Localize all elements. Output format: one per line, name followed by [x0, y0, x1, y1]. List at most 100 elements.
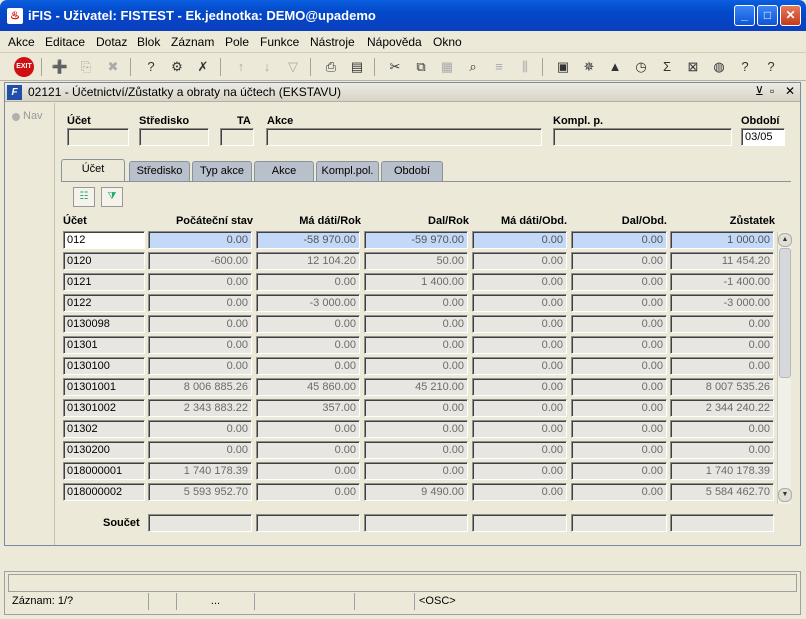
amount-cell[interactable]: 12 104.20: [256, 252, 360, 270]
amount-cell[interactable]: 0.00: [364, 336, 468, 354]
align-icon[interactable]: ≡: [489, 57, 509, 77]
amount-cell[interactable]: 2 344 240.22: [670, 399, 774, 417]
sort-desc-icon[interactable]: ↓: [257, 57, 277, 77]
amount-cell[interactable]: 0.00: [571, 462, 667, 480]
copy-icon[interactable]: ⧉: [411, 57, 431, 77]
amount-cell[interactable]: 0.00: [148, 273, 252, 291]
amount-cell[interactable]: -3 000.00: [670, 294, 774, 312]
amount-cell[interactable]: 0.00: [571, 294, 667, 312]
maximize-button[interactable]: □: [757, 5, 778, 26]
amount-cell[interactable]: 8 006 885.26: [148, 378, 252, 396]
amount-cell[interactable]: 0.00: [472, 420, 567, 438]
amount-cell[interactable]: 0.00: [256, 420, 360, 438]
filter-data-icon[interactable]: ⧩: [101, 187, 123, 207]
browser-icon[interactable]: ◍: [709, 57, 729, 77]
amount-cell[interactable]: 0.00: [472, 315, 567, 333]
amount-cell[interactable]: -59 970.00: [364, 231, 468, 249]
mountain-icon[interactable]: ▲: [605, 57, 625, 77]
menu-funkce[interactable]: Funkce: [260, 35, 299, 49]
amount-cell[interactable]: 1 400.00: [364, 273, 468, 291]
amount-cell[interactable]: 0.00: [571, 231, 667, 249]
amount-cell[interactable]: 0.00: [256, 315, 360, 333]
amount-cell[interactable]: 11 454.20: [670, 252, 774, 270]
clock-icon[interactable]: ◷: [631, 57, 651, 77]
amount-cell[interactable]: 0.00: [571, 399, 667, 417]
amount-cell[interactable]: 0.00: [148, 231, 252, 249]
amount-cell[interactable]: 45 210.00: [364, 378, 468, 396]
amount-cell[interactable]: 0.00: [256, 483, 360, 501]
amount-cell[interactable]: 0.00: [148, 294, 252, 312]
amount-cell[interactable]: -1 400.00: [670, 273, 774, 291]
amount-cell[interactable]: 1 000.00: [670, 231, 774, 249]
amount-cell[interactable]: 9 490.00: [364, 483, 468, 501]
amount-cell[interactable]: 0.00: [472, 378, 567, 396]
amount-cell[interactable]: 0.00: [670, 441, 774, 459]
account-cell[interactable]: 0122: [63, 294, 145, 312]
nav-radio-icon[interactable]: [12, 113, 20, 121]
menu-dotaz[interactable]: Dotaz: [96, 35, 127, 49]
amount-cell[interactable]: 0.00: [364, 399, 468, 417]
columns-icon[interactable]: ⫼: [515, 57, 535, 77]
help-icon[interactable]: ?: [761, 57, 781, 77]
form-close-icon[interactable]: ✕: [785, 84, 795, 98]
amount-cell[interactable]: 0.00: [472, 273, 567, 291]
amount-cell[interactable]: 0.00: [571, 441, 667, 459]
amount-cell[interactable]: 0.00: [364, 357, 468, 375]
duplicate-record-icon[interactable]: ⎘: [76, 57, 96, 77]
amount-cell[interactable]: -600.00: [148, 252, 252, 270]
amount-cell[interactable]: 0.00: [364, 315, 468, 333]
query-execute-icon[interactable]: ⚙: [167, 57, 187, 77]
amount-cell[interactable]: 2 343 883.22: [148, 399, 252, 417]
amount-cell[interactable]: 50.00: [364, 252, 468, 270]
obdobi-field[interactable]: 03/05: [741, 128, 785, 146]
menu-zaznam[interactable]: Záznam: [171, 35, 214, 49]
tab-stredisko[interactable]: Středisko: [129, 161, 190, 181]
help-context-icon[interactable]: ?: [735, 57, 755, 77]
amount-cell[interactable]: 0.00: [571, 483, 667, 501]
query-enter-icon[interactable]: ?: [141, 57, 161, 77]
account-cell[interactable]: 018000001: [63, 462, 145, 480]
amount-cell[interactable]: 0.00: [148, 357, 252, 375]
account-cell[interactable]: 0130098: [63, 315, 145, 333]
amount-cell[interactable]: 0.00: [256, 462, 360, 480]
find-icon[interactable]: ⌕: [463, 57, 483, 77]
stredisko-field[interactable]: [139, 128, 209, 146]
ucet-field[interactable]: [67, 128, 129, 146]
amount-cell[interactable]: 0.00: [571, 378, 667, 396]
amount-cell[interactable]: 0.00: [256, 441, 360, 459]
exit-icon[interactable]: EXIT: [14, 57, 34, 77]
ta-field[interactable]: [220, 128, 254, 146]
filter-icon[interactable]: ▽: [283, 57, 303, 77]
amount-cell[interactable]: 45 860.00: [256, 378, 360, 396]
amount-cell[interactable]: 0.00: [148, 420, 252, 438]
menu-okno[interactable]: Okno: [433, 35, 462, 49]
amount-cell[interactable]: 1 740 178.39: [148, 462, 252, 480]
amount-cell[interactable]: 0.00: [148, 336, 252, 354]
amount-cell[interactable]: -3 000.00: [256, 294, 360, 312]
form-restore-icon[interactable]: ▫: [770, 84, 774, 98]
amount-cell[interactable]: 0.00: [472, 294, 567, 312]
account-cell[interactable]: 0130200: [63, 441, 145, 459]
amount-cell[interactable]: 357.00: [256, 399, 360, 417]
amount-cell[interactable]: -58 970.00: [256, 231, 360, 249]
amount-cell[interactable]: 0.00: [571, 357, 667, 375]
amount-cell[interactable]: 0.00: [472, 252, 567, 270]
amount-cell[interactable]: 0.00: [670, 420, 774, 438]
query-cancel-icon[interactable]: ✗: [193, 57, 213, 77]
account-cell[interactable]: 01301002: [63, 399, 145, 417]
kompl-field[interactable]: [553, 128, 732, 146]
amount-cell[interactable]: 0.00: [364, 462, 468, 480]
menu-akce[interactable]: Akce: [8, 35, 35, 49]
amount-cell[interactable]: 0.00: [472, 399, 567, 417]
menu-pole[interactable]: Pole: [225, 35, 249, 49]
account-cell[interactable]: 0120: [63, 252, 145, 270]
amount-cell[interactable]: 0.00: [256, 273, 360, 291]
account-cell[interactable]: 0121: [63, 273, 145, 291]
account-cell[interactable]: 0130100: [63, 357, 145, 375]
tab-obdobi[interactable]: Období: [381, 161, 443, 181]
amount-cell[interactable]: 1 740 178.39: [670, 462, 774, 480]
amount-cell[interactable]: 0.00: [472, 462, 567, 480]
amount-cell[interactable]: 0.00: [472, 336, 567, 354]
scroll-up-icon[interactable]: ▲: [778, 233, 792, 247]
tab-ucet[interactable]: Účet: [61, 159, 125, 182]
